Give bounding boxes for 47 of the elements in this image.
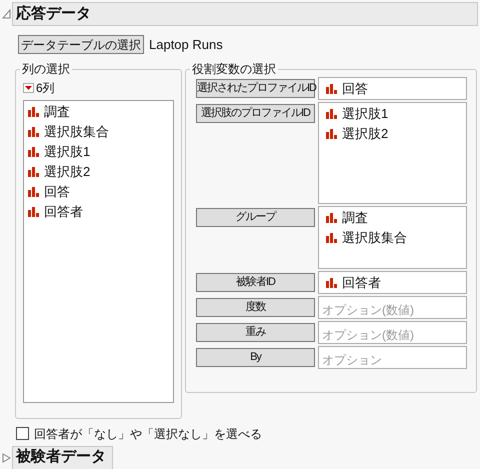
bar-chart-icon [326, 83, 337, 94]
column-count: 6列 [36, 80, 55, 96]
column-name[interactable]: 選択肢集合 [44, 122, 109, 142]
checkbox[interactable] [16, 427, 29, 440]
column-name[interactable]: 選択肢2 [342, 124, 388, 144]
column-name[interactable]: 調査 [44, 102, 70, 122]
table-name: Laptop Runs [149, 36, 223, 54]
data-table-button[interactable]: データテーブルの選択 [18, 35, 144, 54]
column-name[interactable]: 選択肢集合 [342, 228, 407, 248]
bar-chart-icon [28, 166, 39, 177]
role-button[interactable]: 被験者ID [196, 272, 315, 292]
role-list[interactable]: 調査 選択肢集合 [318, 206, 467, 268]
role-list[interactable]: 回答 [318, 76, 467, 100]
role-button[interactable]: By [196, 348, 315, 366]
panel-legend: 役割変数の選択 [190, 60, 278, 76]
bar-chart-icon [326, 212, 337, 223]
bar-chart-icon [28, 206, 39, 217]
bar-chart-icon [326, 232, 337, 243]
column-name[interactable]: 回答者 [44, 202, 83, 222]
section-title: 応答データ [12, 2, 478, 26]
bar-chart-icon [326, 108, 337, 119]
role-list[interactable]: 選択肢1 選択肢2 [318, 102, 467, 204]
column-name[interactable]: 調査 [342, 208, 368, 228]
column-name[interactable]: 選択肢1 [342, 104, 388, 124]
role-button[interactable]: 選択肢のプロファイルID [196, 104, 315, 122]
role-button[interactable]: グループ [196, 208, 315, 226]
bar-chart-icon [28, 186, 39, 197]
panel-legend: 列の選択 [20, 60, 72, 76]
column-name[interactable]: 回答 [342, 78, 368, 98]
dropdown-icon[interactable] [23, 82, 34, 92]
bar-chart-icon [28, 106, 39, 117]
column-name[interactable]: 選択肢2 [44, 162, 90, 182]
bar-chart-icon [28, 146, 39, 157]
checkbox-label: 回答者が「なし」や「選択なし」を選べる [34, 426, 262, 442]
column-name[interactable]: 選択肢1 [44, 142, 90, 162]
role-button[interactable]: 度数 [196, 298, 315, 316]
bar-chart-icon [28, 126, 39, 137]
role-button[interactable]: 選択されたプロファイルID [196, 78, 315, 98]
role-button[interactable]: 重み [196, 322, 315, 342]
bar-chart-icon [326, 277, 337, 288]
role-list[interactable]: 回答者 [318, 270, 467, 294]
expand-icon[interactable] [2, 452, 11, 462]
column-name[interactable]: 回答者 [342, 272, 381, 292]
bar-chart-icon [326, 128, 337, 139]
column-name[interactable]: 回答 [44, 182, 70, 202]
collapse-icon[interactable] [2, 9, 11, 19]
section-title: 被験者データ [12, 446, 113, 469]
